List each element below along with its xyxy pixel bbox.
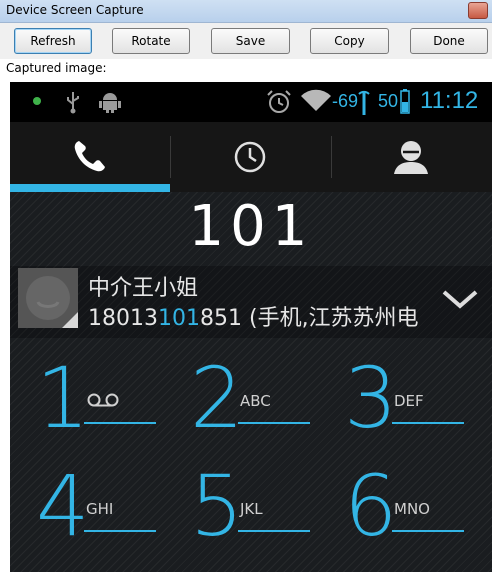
battery-icon	[400, 89, 410, 114]
window-title: Device Screen Capture	[6, 3, 144, 17]
copy-button[interactable]: Copy	[310, 28, 389, 54]
contact-name: 中介王小姐	[88, 276, 199, 301]
tab-phone[interactable]	[10, 122, 170, 192]
key-letters: ABC	[240, 392, 271, 410]
key-digit: 4	[36, 457, 90, 555]
key-5[interactable]: 5 JKL	[190, 457, 340, 558]
dialed-digits: 101	[188, 194, 314, 259]
key-2[interactable]: 2 ABC	[190, 349, 340, 450]
rotate-button[interactable]: Rotate	[112, 28, 190, 54]
alarm-icon	[267, 90, 291, 113]
wifi-icon	[301, 89, 331, 111]
key-digit: 5	[190, 457, 244, 555]
key-1[interactable]: 1	[36, 349, 186, 450]
key-underline	[392, 422, 464, 424]
key-digit: 1	[36, 349, 90, 447]
signal-icon	[358, 90, 370, 115]
key-6[interactable]: 6 MNO	[344, 457, 492, 558]
close-window-button[interactable]	[468, 2, 488, 19]
usb-icon	[67, 92, 79, 114]
number-prefix: 18013	[88, 306, 158, 331]
key-underline	[392, 530, 464, 532]
tab-call-log[interactable]	[171, 122, 331, 192]
active-tab-indicator	[10, 184, 170, 192]
key-underline	[84, 530, 156, 532]
contact-number: 18013101851 (手机,江苏苏州电	[88, 300, 419, 332]
save-button[interactable]: Save	[211, 28, 290, 54]
number-match: 101	[158, 306, 200, 331]
dialer-tabs	[10, 122, 492, 192]
key-digit: 6	[344, 457, 398, 555]
clock-time: 11:12	[420, 87, 479, 114]
key-3[interactable]: 3 DEF	[344, 349, 492, 450]
chevron-down-icon[interactable]	[442, 288, 478, 312]
key-digit: 2	[190, 349, 244, 447]
status-bar: -69 50 11:12	[10, 82, 492, 122]
done-button[interactable]: Done	[410, 28, 488, 54]
key-underline	[238, 530, 310, 532]
phone-icon	[74, 141, 105, 172]
voicemail-icon	[87, 393, 119, 407]
key-letters: DEF	[394, 392, 424, 410]
toolbar: Refresh Rotate Save Copy Done	[0, 23, 492, 59]
android-icon	[99, 93, 121, 113]
key-letters: GHI	[86, 500, 114, 518]
dialer-pad-area: 101 中介王小姐 18013101851 (手机,江苏苏州电 1 2 ABC …	[10, 192, 492, 572]
captured-image-label: Captured image:	[6, 61, 107, 75]
contact-avatar	[18, 268, 78, 328]
number-suffix: 851 (手机,江苏苏州电	[200, 306, 419, 331]
title-bar: Device Screen Capture	[0, 0, 492, 23]
notification-dot-icon	[33, 97, 41, 105]
key-letters: MNO	[394, 500, 430, 518]
captured-screen: -69 50 11:12 101 中介王小姐 18013101851 (手机,江…	[10, 82, 492, 572]
key-underline	[238, 422, 310, 424]
key-4[interactable]: 4 GHI	[36, 457, 186, 558]
key-letters: JKL	[240, 500, 263, 518]
signal-strength-text: -69	[332, 91, 359, 111]
contact-suggestion[interactable]: 中介王小姐 18013101851 (手机,江苏苏州电	[10, 266, 492, 338]
default-avatar-icon	[26, 276, 78, 328]
refresh-button[interactable]: Refresh	[14, 28, 92, 54]
contact-icon	[394, 141, 428, 174]
key-underline	[84, 422, 156, 424]
key-digit: 3	[344, 349, 398, 447]
battery-level-text: 50	[378, 91, 399, 111]
clock-icon	[234, 141, 266, 173]
tab-contacts[interactable]	[332, 122, 492, 192]
